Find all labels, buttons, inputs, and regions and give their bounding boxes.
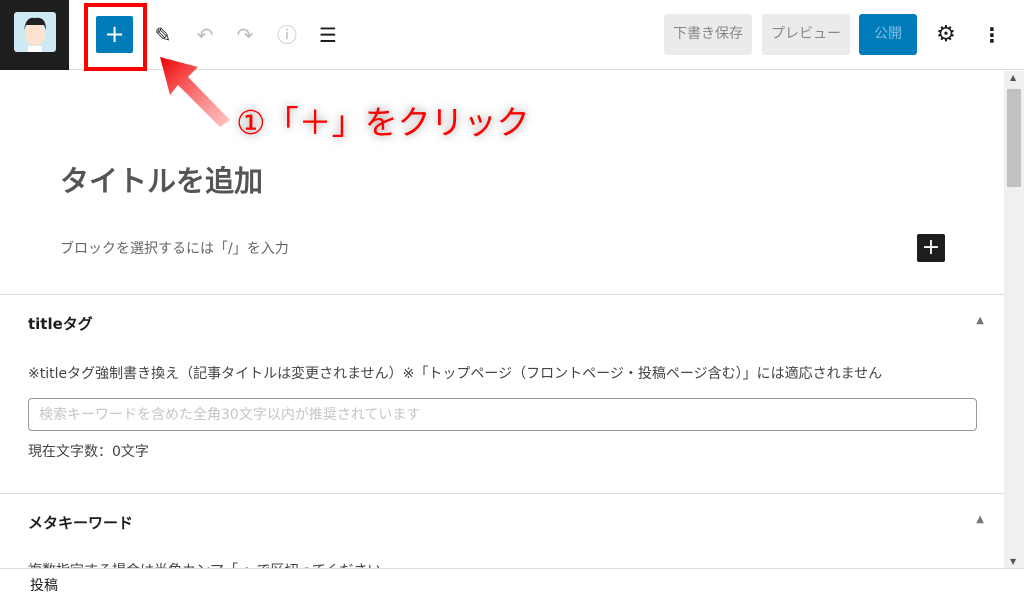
undo-icon[interactable]: ↶ [190,20,220,50]
redo-icon[interactable]: ↷ [230,20,260,50]
scrollbar-thumb[interactable] [1007,89,1021,187]
inline-add-block-button[interactable]: + [917,234,945,262]
list-view-icon[interactable]: ☰ [313,20,343,50]
title-tag-panel: titleタグ ▲ ※titleタグ強制書き換え（記事タイトルは変更されません）… [0,294,1004,493]
annotation-text: ①「＋」をクリック [236,103,530,142]
collapse-caret-icon[interactable]: ▲ [976,315,984,326]
collapse-caret-icon[interactable]: ▲ [976,514,984,525]
breadcrumb-item[interactable]: 投稿 [30,578,58,594]
char-count: 現在文字数：0文字 [28,444,149,460]
scrollbar[interactable]: ▲ ▼ [1004,71,1024,568]
scroll-down-icon[interactable]: ▼ [1010,557,1016,566]
panel-note: 複数指定する場合は半角カンマ「,」で区切ってください [28,560,381,568]
gear-icon[interactable]: ⚙ [931,20,961,50]
panel-heading[interactable]: titleタグ [28,313,93,334]
title-tag-input[interactable] [28,398,977,431]
breadcrumb: 投稿 [0,568,1024,597]
arrow-annotation [160,57,230,127]
panel-note: ※titleタグ強制書き換え（記事タイトルは変更されません）※「トップページ（フ… [28,366,883,382]
publish-button[interactable]: 公開 [859,14,917,55]
scroll-up-icon[interactable]: ▲ [1010,73,1016,82]
site-logo[interactable] [0,0,69,70]
edit-icon[interactable]: ✎ [148,20,178,50]
more-vertical-icon[interactable]: ⋮ [977,20,1007,50]
post-title-input[interactable]: タイトルを追加 [60,158,263,200]
preview-button[interactable]: プレビュー [762,14,850,55]
panel-heading[interactable]: メタキーワード [28,512,133,533]
meta-keyword-panel: メタキーワード ▲ 複数指定する場合は半角カンマ「,」で区切ってください [0,493,1004,568]
info-icon[interactable]: ⓘ [272,20,302,50]
highlight-box [84,3,147,71]
avatar [14,12,56,52]
block-placeholder[interactable]: ブロックを選択するには「/」を入力 [60,238,289,258]
save-draft-button[interactable]: 下書き保存 [664,14,752,55]
